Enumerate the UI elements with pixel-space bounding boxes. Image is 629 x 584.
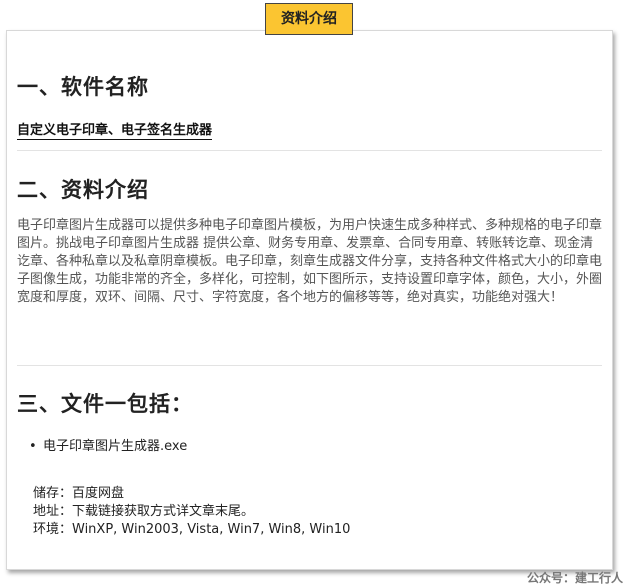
file-list-item: 电子印章图片生成器.exe [29, 435, 187, 454]
section-title-files: 三、文件一包括： [17, 392, 193, 416]
file-list: 电子印章图片生成器.exe [29, 435, 187, 454]
section-tab-label: 资料介绍 [265, 3, 353, 35]
software-name: 自定义电子印章、电子签名生成器 [17, 119, 213, 140]
download-info: 储存：百度网盘 地址：下载链接获取方式详文章末尾。 环境：WinXP, Win2… [33, 485, 350, 539]
page: 资料介绍 一、软件名称 自定义电子印章、电子签名生成器 二、资料介绍 电子印章图… [0, 0, 629, 584]
address-info: 地址：下载链接获取方式详文章末尾。 [33, 504, 255, 519]
storage-info: 储存：百度网盘 [33, 486, 125, 501]
content-card: 一、软件名称 自定义电子印章、电子签名生成器 二、资料介绍 电子印章图片生成器可… [6, 30, 613, 570]
divider [17, 365, 602, 366]
section-title-intro: 二、资料介绍 [17, 178, 149, 202]
environment-info: 环境：WinXP, Win2003, Vista, Win7, Win8, Wi… [33, 522, 351, 537]
watermark-text: 公众号：建工行人 [526, 571, 623, 584]
intro-paragraph: 电子印章图片生成器可以提供多种电子印章图片模板，为用户快速生成多种样式、多种规格… [17, 218, 603, 305]
section-title-software-name: 一、软件名称 [17, 75, 149, 99]
divider [17, 150, 602, 151]
